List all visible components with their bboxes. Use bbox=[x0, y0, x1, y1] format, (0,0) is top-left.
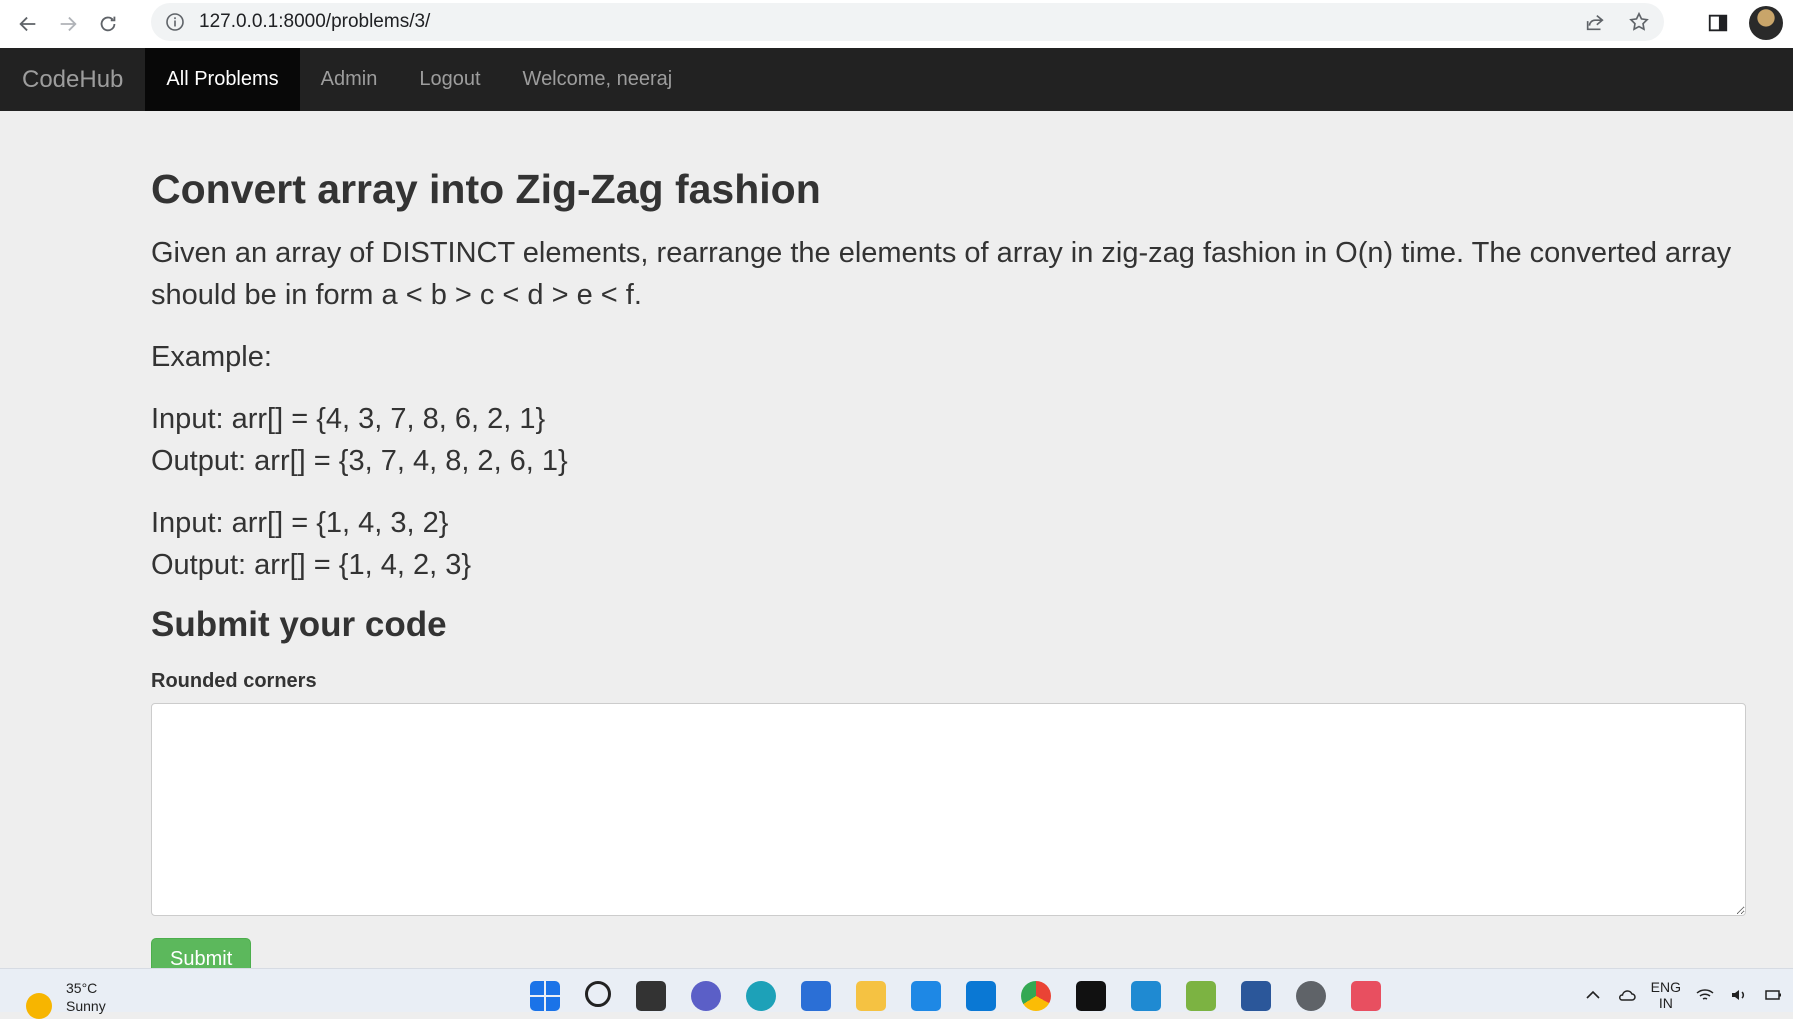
forward-button[interactable] bbox=[48, 4, 88, 44]
example-2-input: Input: arr[] = {1, 4, 3, 2} bbox=[151, 507, 449, 540]
weather-temperature: 35°C bbox=[66, 980, 98, 996]
address-bar[interactable]: 127.0.0.1:8000/problems/3/ bbox=[151, 3, 1664, 41]
problem-title: Convert array into Zig-Zag fashion bbox=[151, 166, 821, 212]
nav-all-problems[interactable]: All Problems bbox=[145, 48, 300, 111]
forward-arrow-icon bbox=[60, 16, 77, 32]
language-code: ENG bbox=[1650, 979, 1681, 995]
site-info-icon[interactable] bbox=[165, 12, 185, 32]
site-navbar: CodeHub All Problems Admin Logout Welcom… bbox=[0, 48, 1793, 111]
taskbar-apps bbox=[530, 981, 1381, 1011]
profile-avatar[interactable] bbox=[1749, 6, 1783, 40]
sun-icon bbox=[26, 993, 52, 1019]
cloud-icon[interactable] bbox=[1617, 985, 1637, 1005]
windows-taskbar: 35°C Sunny ENG IN bbox=[0, 968, 1793, 1019]
paint-icon[interactable] bbox=[1186, 981, 1216, 1011]
settings-gear-icon[interactable] bbox=[1296, 981, 1326, 1011]
submit-section-title: Submit your code bbox=[151, 605, 447, 645]
terminal-icon[interactable] bbox=[1076, 981, 1106, 1011]
problem-content: Convert array into Zig-Zag fashion Given… bbox=[151, 111, 1748, 981]
reload-button[interactable] bbox=[88, 4, 128, 44]
volume-icon[interactable] bbox=[1729, 985, 1749, 1005]
wifi-icon[interactable] bbox=[1695, 985, 1715, 1005]
problem-description: Given an array of DISTINCT elements, rea… bbox=[151, 237, 1732, 312]
reload-icon bbox=[100, 16, 116, 32]
battery-icon[interactable] bbox=[1763, 985, 1783, 1005]
nav-logout[interactable]: Logout bbox=[398, 48, 501, 111]
chevron-up-icon[interactable] bbox=[1583, 985, 1603, 1005]
example-2-output: Output: arr[] = {1, 4, 2, 3} bbox=[151, 549, 472, 582]
example-label: Example: bbox=[151, 341, 272, 374]
word-icon[interactable] bbox=[1241, 981, 1271, 1011]
search-icon[interactable] bbox=[585, 981, 611, 1007]
share-icon[interactable] bbox=[1584, 11, 1606, 33]
example-1: Input: arr[] = {4, 3, 7, 8, 6, 2, 1} Out… bbox=[151, 398, 1748, 482]
back-arrow-icon bbox=[19, 16, 36, 32]
teams-icon[interactable] bbox=[691, 981, 721, 1011]
nav-admin[interactable]: Admin bbox=[300, 48, 399, 111]
store-icon[interactable] bbox=[801, 981, 831, 1011]
file-explorer-icon[interactable] bbox=[856, 981, 886, 1011]
weather-condition: Sunny bbox=[66, 998, 106, 1014]
windows-start-icon[interactable] bbox=[530, 981, 560, 1011]
url-text[interactable]: 127.0.0.1:8000/problems/3/ bbox=[199, 11, 430, 33]
language-region: IN bbox=[1658, 995, 1673, 1011]
weather-widget[interactable]: 35°C Sunny bbox=[26, 979, 106, 1019]
code-textarea[interactable] bbox=[151, 702, 1746, 916]
snipping-tool-icon[interactable] bbox=[1351, 981, 1381, 1011]
app-l-icon[interactable] bbox=[911, 981, 941, 1011]
system-tray: ENG IN bbox=[1583, 979, 1783, 1011]
outlook-icon[interactable] bbox=[966, 981, 996, 1011]
edge-icon[interactable] bbox=[746, 981, 776, 1011]
chrome-icon[interactable] bbox=[1021, 981, 1051, 1011]
language-indicator[interactable]: ENG IN bbox=[1651, 979, 1681, 1011]
example-2: Input: arr[] = {1, 4, 3, 2} Output: arr[… bbox=[151, 502, 1748, 586]
welcome-text: Welcome, neeraj bbox=[522, 68, 673, 90]
bookmark-star-icon[interactable] bbox=[1628, 11, 1650, 33]
vscode-icon[interactable] bbox=[1131, 981, 1161, 1011]
browser-toolbar: 127.0.0.1:8000/problems/3/ bbox=[0, 0, 1793, 48]
task-view-icon[interactable] bbox=[636, 981, 666, 1011]
brand-link[interactable]: CodeHub bbox=[0, 48, 145, 111]
back-button[interactable] bbox=[8, 4, 48, 44]
side-panel-icon[interactable] bbox=[1707, 12, 1729, 34]
example-1-output: Output: arr[] = {3, 7, 4, 8, 2, 6, 1} bbox=[151, 445, 568, 478]
code-field-label: Rounded corners bbox=[151, 669, 317, 692]
example-1-input: Input: arr[] = {4, 3, 7, 8, 6, 2, 1} bbox=[151, 403, 546, 436]
